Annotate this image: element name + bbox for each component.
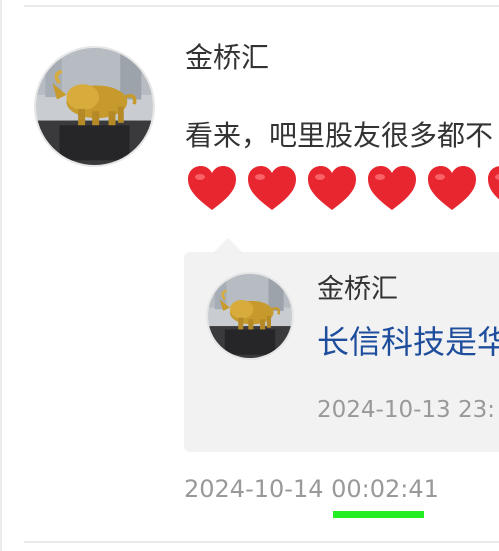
heart-icon [186,164,238,214]
time-highlight-underline [333,511,424,518]
bull-statue-avatar-image [36,48,153,165]
heart-icon [426,164,478,214]
quote-box-caret [214,238,242,252]
heart-icon [306,164,358,214]
comment-timestamp: 2024-10-14 00:02:41 [184,475,439,503]
author-avatar[interactable] [34,46,155,167]
heart-icon [486,164,499,214]
heart-icon [246,164,298,214]
quoted-reply-timestamp: 2024-10-13 23: [317,397,495,423]
heart-emoji-row [186,164,499,214]
heart-icon [366,164,418,214]
quoted-author-avatar[interactable] [206,272,294,360]
comment-author-name[interactable]: 金桥汇 [185,44,269,72]
top-divider [24,5,499,7]
comment-body-text: 看来，吧里股友很多都不 [185,119,494,152]
left-border [0,0,2,551]
bottom-divider [24,541,499,543]
quoted-reply-text-link[interactable]: 长信科技是华 [317,326,499,358]
comment-thread: 金桥汇 看来，吧里股友很多都不 金桥汇 长信科技是华 2024-10-13 23… [0,0,499,551]
quoted-author-name[interactable]: 金桥汇 [317,276,398,303]
bull-statue-avatar-image [208,274,292,358]
